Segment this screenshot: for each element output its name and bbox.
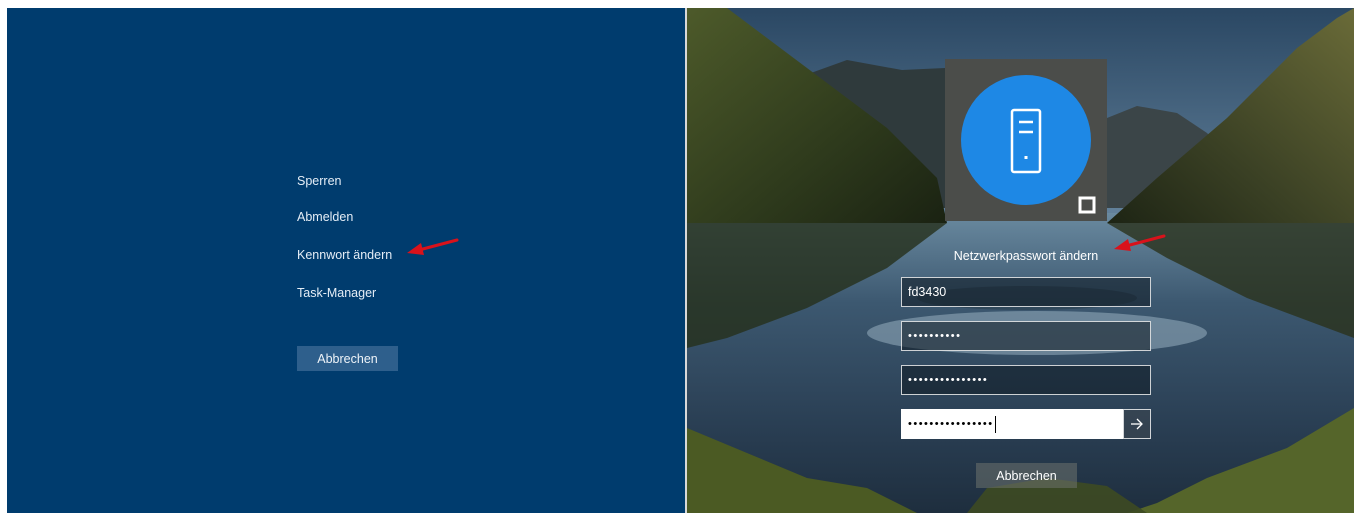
old-password-mask: ••••••••••	[908, 330, 962, 342]
device-badge-icon	[1078, 196, 1096, 214]
confirm-password-field[interactable]: ••••••••••••••••	[901, 409, 1123, 439]
security-options-screen: Sperren Abmelden Kennwort ändern Task-Ma…	[7, 8, 685, 513]
annotation-arrow-icon	[407, 238, 459, 255]
cancel-button[interactable]: Abbrechen	[976, 463, 1077, 488]
username-field[interactable]: fd3430	[901, 277, 1151, 307]
sign-out-option[interactable]: Abmelden	[297, 210, 353, 224]
submit-button[interactable]	[1123, 409, 1151, 439]
annotation-arrow-icon	[1114, 234, 1166, 251]
task-manager-option[interactable]: Task-Manager	[297, 286, 376, 300]
new-password-field[interactable]: •••••••••••••••	[901, 365, 1151, 395]
change-password-option[interactable]: Kennwort ändern	[297, 248, 392, 262]
server-device-icon	[1010, 108, 1042, 174]
cancel-button[interactable]: Abbrechen	[297, 346, 398, 371]
new-password-mask: •••••••••••••••	[908, 374, 989, 386]
avatar-circle	[961, 75, 1091, 205]
old-password-field[interactable]: ••••••••••	[901, 321, 1151, 351]
arrow-right-icon	[1131, 418, 1143, 430]
user-avatar-tile	[945, 59, 1107, 221]
change-password-screen: Netzwerkpasswort ändern fd3430 •••••••••…	[687, 8, 1354, 513]
text-caret	[994, 415, 996, 433]
lock-option[interactable]: Sperren	[297, 174, 341, 188]
confirm-password-mask: ••••••••••••••••	[908, 418, 994, 430]
username-value: fd3430	[908, 285, 947, 299]
